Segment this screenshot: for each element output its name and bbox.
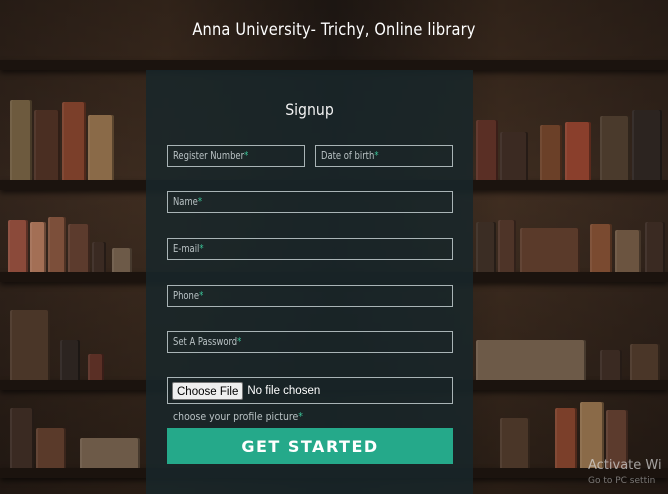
required-mark: *: [374, 149, 379, 162]
name-field[interactable]: Name*: [167, 191, 453, 213]
file-status: No file chosen: [247, 384, 321, 397]
email-placeholder: E-mail: [173, 242, 200, 255]
required-mark: *: [298, 410, 303, 423]
activation-watermark: Activate Wi: [588, 458, 662, 473]
phone-placeholder: Phone: [173, 289, 200, 302]
register-number-placeholder: Register Number: [173, 149, 245, 162]
phone-field[interactable]: Phone*: [167, 285, 453, 307]
form-heading: Signup: [285, 100, 334, 119]
signup-panel: Signup Register Number* Date of birth* N…: [146, 70, 473, 494]
profile-picture-file-input[interactable]: Choose File No file chosen: [167, 377, 453, 404]
date-of-birth-field[interactable]: Date of birth*: [315, 145, 453, 167]
required-mark: *: [244, 149, 249, 162]
profile-picture-hint: choose your profile picture*: [173, 410, 303, 423]
shelf: [0, 60, 668, 70]
required-mark: *: [199, 289, 204, 302]
profile-picture-hint-text: choose your profile picture: [173, 410, 299, 423]
name-placeholder: Name: [173, 195, 198, 208]
required-mark: *: [237, 335, 242, 348]
password-field[interactable]: Set A Password*: [167, 331, 453, 353]
activation-watermark-subtext: Go to PC settin: [588, 476, 656, 486]
date-of-birth-placeholder: Date of birth: [321, 149, 375, 162]
register-number-field[interactable]: Register Number*: [167, 145, 305, 167]
choose-file-button[interactable]: Choose File: [172, 381, 244, 400]
required-mark: *: [199, 242, 204, 255]
page-title: Anna University- Trichy, Online library: [192, 20, 476, 40]
password-placeholder: Set A Password: [173, 335, 238, 348]
required-mark: *: [197, 195, 203, 208]
get-started-button[interactable]: GET STARTED: [167, 428, 453, 464]
email-field[interactable]: E-mail*: [167, 238, 453, 260]
